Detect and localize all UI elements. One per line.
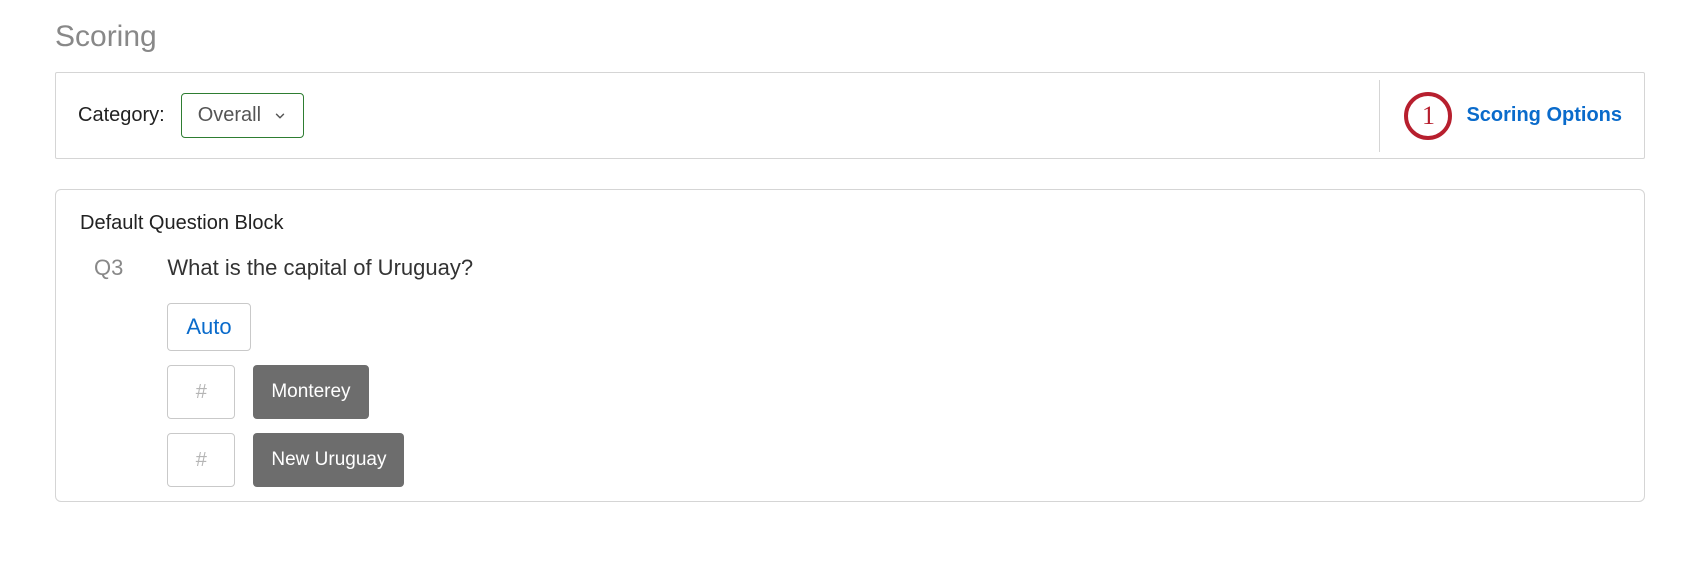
answer-row: Monterey: [167, 365, 1620, 419]
chevron-down-icon: [273, 109, 287, 123]
answer-chip[interactable]: New Uruguay: [253, 433, 404, 487]
category-select[interactable]: Overall: [181, 93, 304, 138]
question-block: Default Question Block Q3 What is the ca…: [55, 189, 1645, 502]
callout-badge: 1: [1404, 92, 1452, 140]
block-title: Default Question Block: [80, 212, 1620, 235]
answer-row: New Uruguay: [167, 433, 1620, 487]
page-title: Scoring: [55, 20, 1645, 54]
scoring-options-link[interactable]: Scoring Options: [1466, 104, 1622, 127]
category-label: Category:: [78, 104, 165, 127]
score-input[interactable]: [167, 433, 235, 487]
category-left: Category: Overall: [78, 93, 304, 138]
question-text: What is the capital of Uruguay?: [167, 255, 1620, 281]
score-input[interactable]: [167, 365, 235, 419]
category-selected-value: Overall: [198, 104, 261, 127]
question-body: What is the capital of Uruguay? Auto Mon…: [167, 255, 1620, 501]
answer-chip[interactable]: Monterey: [253, 365, 368, 419]
category-right: 1 Scoring Options: [1379, 80, 1624, 152]
category-bar: Category: Overall 1 Scoring Options: [55, 72, 1645, 159]
question-row: Q3 What is the capital of Uruguay? Auto …: [94, 255, 1620, 501]
auto-button[interactable]: Auto: [167, 303, 250, 351]
question-id: Q3: [94, 255, 123, 281]
